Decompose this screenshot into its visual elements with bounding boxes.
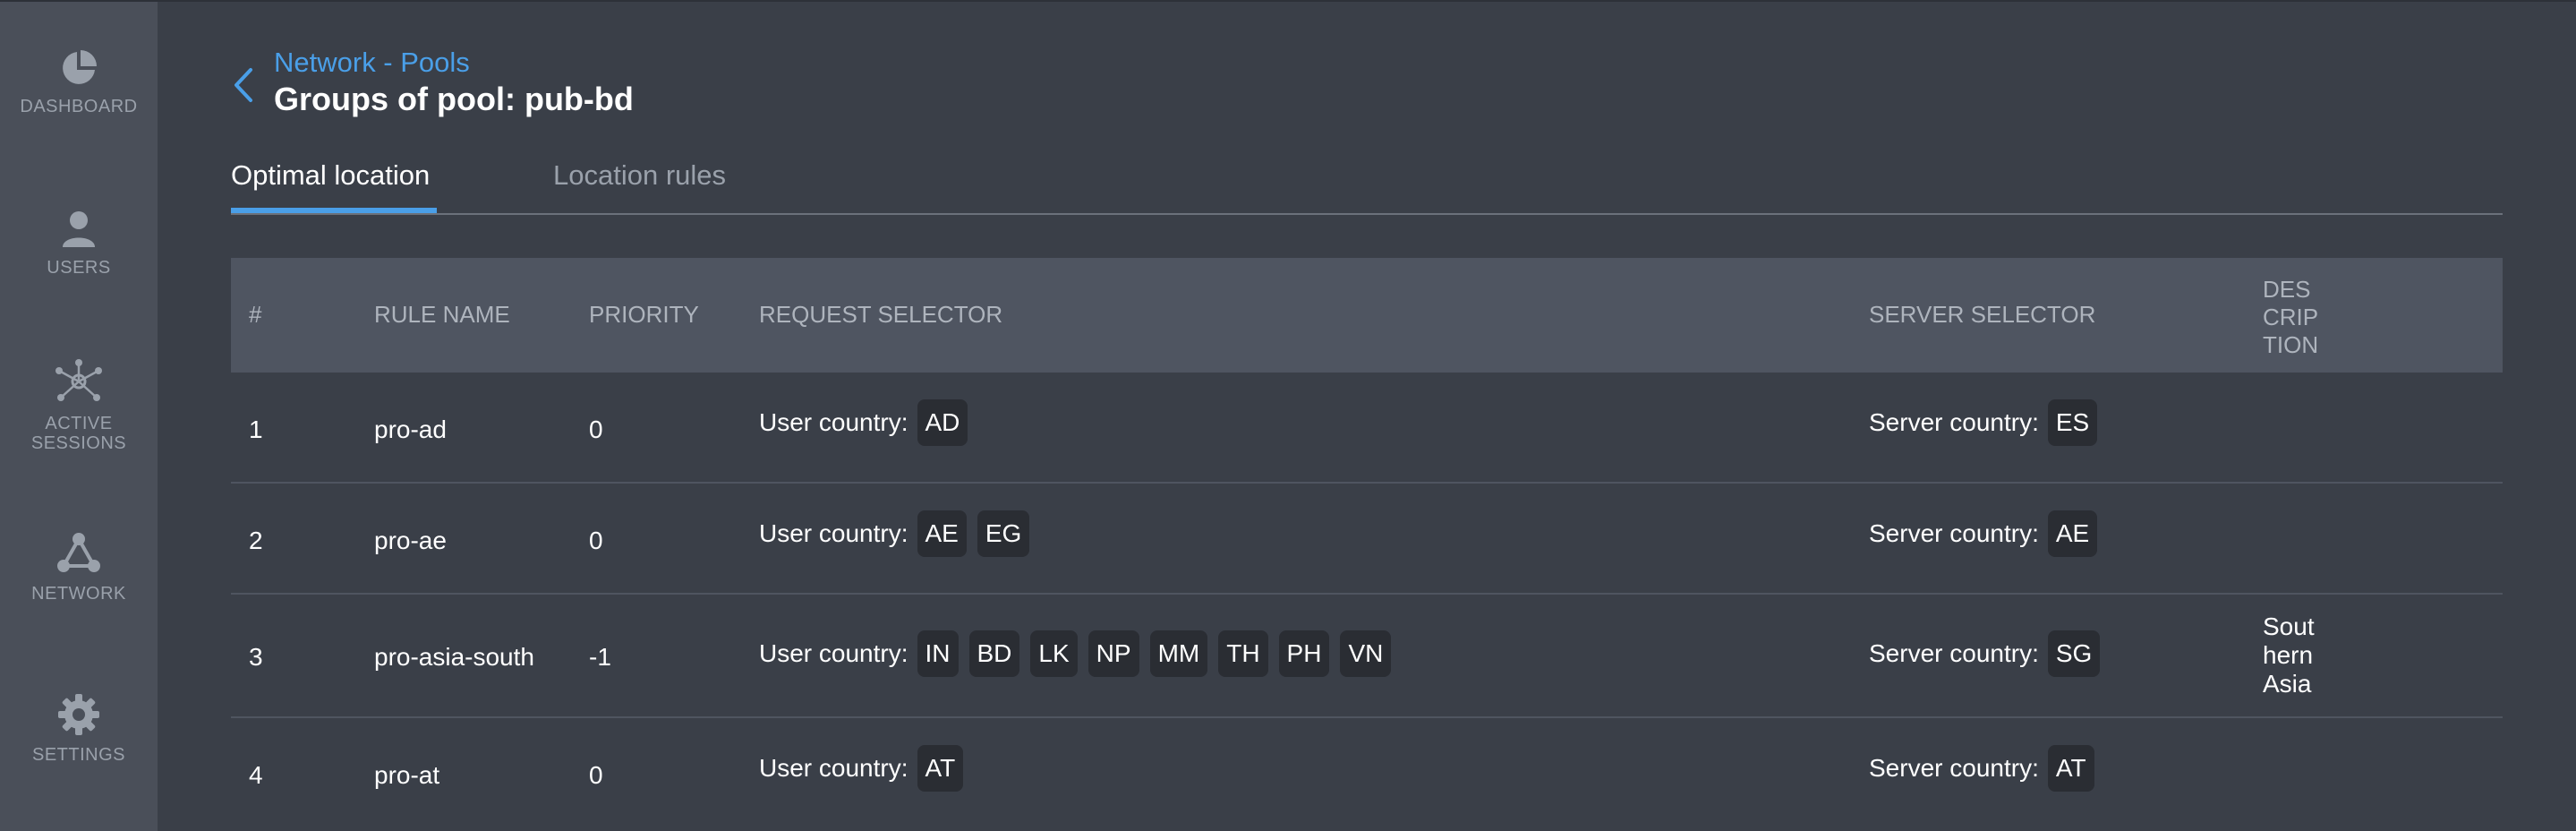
request-selector: User country: IN BD LK NP MM TH PH VN — [759, 630, 1402, 677]
sidebar-item-label: ACTIVE SESSIONS — [30, 414, 127, 453]
sidebar-item-active-sessions[interactable]: ACTIVE SESSIONS — [0, 358, 158, 453]
user-country-label: User country: — [759, 754, 908, 782]
rule-name: pro-asia-south — [374, 643, 534, 671]
rule-name: pro-ad — [374, 416, 447, 443]
request-selector: User country: AT — [759, 745, 974, 792]
country-chip: AE — [2047, 510, 2098, 557]
sidebar-item-label: USERS — [47, 258, 111, 278]
table-row[interactable]: 1 pro-ad 0 User country: AD Server count… — [231, 373, 2503, 484]
country-chip: LK — [1030, 630, 1078, 677]
description-line: Asia — [2263, 670, 2312, 698]
row-number: 2 — [249, 527, 263, 554]
rule-name: pro-at — [374, 761, 440, 789]
rule-priority: 0 — [589, 416, 603, 443]
column-header-description-line: DES — [2263, 276, 2311, 303]
column-header-description: DES CRIP TION — [2263, 276, 2318, 359]
server-country-label: Server country: — [1869, 754, 2039, 782]
description-line: hern — [2263, 641, 2314, 669]
user-country-label: User country: — [759, 639, 908, 667]
server-selector: Server country: ES — [1869, 399, 2108, 446]
table-row[interactable]: 4 pro-at 0 User country: AT Server count… — [231, 718, 2503, 827]
breadcrumb[interactable]: Network - Pools — [274, 47, 470, 79]
tab-bar: Optimal location Location rules — [231, 159, 2503, 215]
column-header-number: # — [249, 301, 262, 328]
user-icon — [63, 211, 95, 247]
rules-table: # RULE NAME PRIORITY REQUEST SELECTOR SE… — [231, 258, 2503, 827]
back-button[interactable] — [231, 64, 258, 106]
rule-priority: 0 — [589, 527, 603, 554]
country-chip: AE — [917, 510, 967, 557]
country-chip: TH — [1218, 630, 1268, 677]
user-country-label: User country: — [759, 519, 908, 547]
country-chip: AT — [2047, 745, 2094, 792]
tab-optimal-location[interactable]: Optimal location — [231, 159, 437, 213]
server-selector: Server country: AE — [1869, 510, 2108, 557]
table-row[interactable]: 2 pro-ae 0 User country: AE EG Server co… — [231, 484, 2503, 595]
country-chip: BD — [968, 630, 1020, 677]
rule-priority: -1 — [589, 643, 611, 671]
pie-chart-icon — [63, 50, 97, 84]
sessions-icon — [55, 359, 102, 401]
main-content: Network - Pools Groups of pool: pub-bd O… — [158, 0, 2576, 829]
country-chip: IN — [917, 630, 959, 677]
sidebar-item-settings[interactable]: SETTINGS — [0, 693, 158, 765]
column-header-description-line: TION — [2263, 331, 2319, 358]
country-chip: PH — [1278, 630, 1330, 677]
gear-icon — [58, 694, 99, 735]
sidebar-item-label: NETWORK — [31, 584, 126, 604]
country-chip: SG — [2047, 630, 2101, 677]
row-number: 4 — [249, 761, 263, 789]
row-number: 1 — [249, 416, 263, 443]
country-chip: VN — [1340, 630, 1392, 677]
tab-location-rules[interactable]: Location rules — [553, 159, 726, 211]
server-selector: Server country: SG — [1869, 630, 2111, 677]
table-header: # RULE NAME PRIORITY REQUEST SELECTOR SE… — [231, 258, 2503, 373]
country-chip: ES — [2047, 399, 2098, 446]
user-country-label: User country: — [759, 408, 908, 436]
server-country-label: Server country: — [1869, 408, 2039, 436]
rule-priority: 0 — [589, 761, 603, 789]
column-header-request-selector: REQUEST SELECTOR — [759, 301, 1003, 328]
country-chip: AT — [917, 745, 964, 792]
request-selector: User country: AE EG — [759, 510, 1040, 557]
server-country-label: Server country: — [1869, 639, 2039, 667]
description-line: Sout — [2263, 613, 2315, 640]
sidebar-item-label: SETTINGS — [31, 745, 125, 765]
sidebar-item-users[interactable]: USERS — [0, 210, 158, 278]
request-selector: User country: AD — [759, 399, 978, 446]
sidebar: DASHBOARD USERS ACTIVE SESSIONS NETWORK … — [0, 0, 158, 831]
chevron-left-icon — [235, 68, 252, 102]
table-row[interactable]: 3 pro-asia-south -1 User country: IN BD … — [231, 595, 2503, 718]
column-header-rule-name: RULE NAME — [374, 301, 510, 328]
page-title: Groups of pool: pub-bd — [274, 81, 634, 117]
sidebar-item-label: DASHBOARD — [20, 97, 138, 116]
server-country-label: Server country: — [1869, 519, 2039, 547]
country-chip: MM — [1149, 630, 1208, 677]
country-chip: NP — [1088, 630, 1139, 677]
row-number: 3 — [249, 643, 263, 671]
server-selector: Server country: AT — [1869, 745, 2105, 792]
country-chip: AD — [917, 399, 968, 446]
rule-name: pro-ae — [374, 527, 447, 554]
column-header-server-selector: SERVER SELECTOR — [1869, 301, 2096, 328]
country-chip: EG — [977, 510, 1030, 557]
sidebar-item-dashboard[interactable]: DASHBOARD — [0, 48, 158, 116]
column-header-priority: PRIORITY — [589, 301, 699, 328]
column-header-description-line: CRIP — [2263, 304, 2319, 330]
network-icon — [57, 533, 100, 572]
sidebar-item-network[interactable]: NETWORK — [0, 532, 158, 604]
rule-description: Sout hern Asia — [2263, 613, 2315, 698]
